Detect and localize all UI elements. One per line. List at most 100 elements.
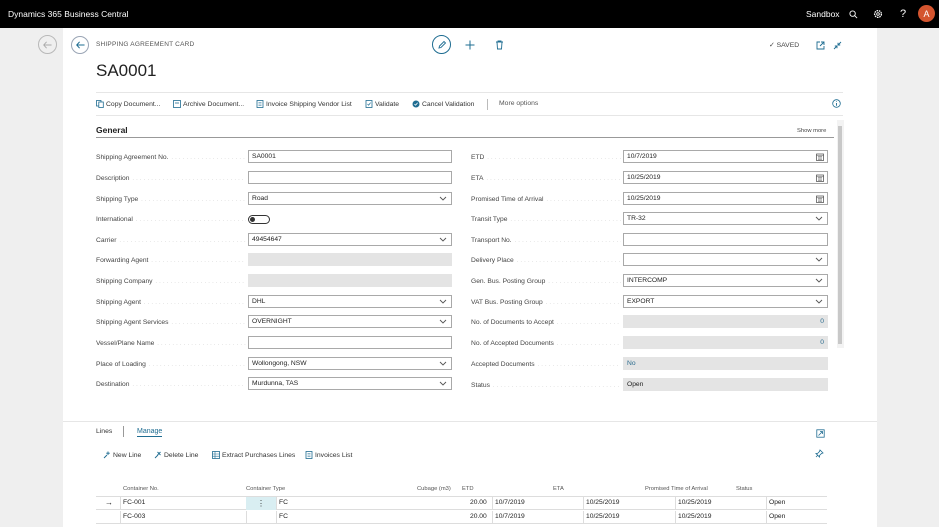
cell-eta[interactable]: 10/25/2019 — [586, 499, 619, 506]
cell-container-type[interactable]: FC — [279, 513, 288, 520]
column-header-promised-time-of-arrival[interactable]: Promised Time of Arrival — [645, 486, 708, 492]
cell-cubage[interactable]: 20.00 — [470, 499, 487, 506]
shipping-agent-select[interactable]: DHL — [248, 295, 452, 308]
current-row-arrow-icon: → — [105, 498, 113, 507]
destination-value: Murdunna, TAS — [252, 380, 299, 387]
delete-line-action[interactable]: Delete Line — [154, 451, 198, 459]
label-destination: Destination — [96, 378, 246, 391]
cell-promised-time[interactable]: 10/25/2019 — [678, 513, 711, 520]
cell-etd[interactable]: 10/7/2019 — [495, 513, 525, 520]
delete-icon[interactable] — [492, 38, 506, 52]
eta-date-field[interactable]: 10/25/2019 — [623, 171, 828, 184]
pin-icon[interactable] — [815, 449, 824, 458]
column-divider — [766, 497, 767, 510]
transport-no-field[interactable] — [623, 233, 828, 246]
cell-eta[interactable]: 10/25/2019 — [586, 513, 619, 520]
chevron-down-icon — [439, 196, 447, 201]
row-actions-menu[interactable]: ⋮ — [246, 497, 276, 510]
tab-manage[interactable]: Manage — [137, 428, 163, 437]
calendar-icon — [816, 153, 824, 161]
cell-cubage[interactable]: 20.00 — [470, 513, 487, 520]
column-header-container-type[interactable]: Container Type — [246, 486, 285, 492]
international-toggle[interactable] — [248, 215, 270, 224]
app-name[interactable]: Dynamics 365 Business Central — [8, 9, 128, 19]
accepted-documents-value[interactable]: No — [623, 357, 828, 370]
search-icon[interactable] — [846, 7, 860, 21]
table-row[interactable]: FC-003 FC 20.00 10/7/2019 10/25/2019 10/… — [96, 511, 827, 524]
description-field[interactable] — [248, 171, 452, 184]
column-header-status[interactable]: Status — [736, 486, 752, 492]
page-title: SA0001 — [96, 61, 157, 80]
transit-type-value: TR-32 — [627, 215, 646, 222]
info-icon[interactable] — [832, 99, 841, 108]
chevron-down-icon — [815, 299, 823, 304]
gear-icon[interactable] — [871, 7, 885, 21]
status-value: Open — [623, 378, 828, 391]
vat-bus-posting-group-select[interactable]: EXPORT — [623, 295, 828, 308]
extract-purchases-lines-action[interactable]: Extract Purchases Lines — [212, 451, 295, 459]
cell-status[interactable]: Open — [769, 499, 785, 506]
invoice-vendor-list-action[interactable]: Invoice Shipping Vendor List — [256, 100, 352, 108]
shipping-agent-services-select[interactable]: OVERNIGHT — [248, 315, 452, 328]
copy-document-action[interactable]: Copy Document... — [96, 100, 160, 108]
carrier-select[interactable]: 49454647 — [248, 233, 452, 246]
cell-container-type[interactable]: FC — [279, 499, 288, 506]
archive-document-action[interactable]: Archive Document... — [173, 100, 244, 108]
saved-status: ✓ SAVED — [769, 41, 799, 49]
column-header-eta[interactable]: ETA — [553, 486, 564, 492]
shipping-agreement-no-field[interactable]: SA0001 — [248, 150, 452, 163]
invoices-list-action[interactable]: Invoices List — [305, 451, 352, 459]
gen-bus-posting-group-value: INTERCOMP — [627, 277, 668, 284]
no-of-accepted-documents-value[interactable]: 0 — [623, 336, 828, 349]
column-divider — [492, 497, 493, 510]
delivery-place-select[interactable] — [623, 253, 828, 266]
cancel-validation-action[interactable]: Cancel Validation — [412, 100, 474, 108]
help-icon[interactable]: ? — [896, 7, 910, 21]
check-icon: ✓ — [769, 42, 775, 49]
destination-select[interactable]: Murdunna, TAS — [248, 377, 452, 390]
validate-icon — [365, 100, 373, 108]
label-promised-time-of-arrival: Promised Time of Arrival — [471, 193, 621, 206]
shipping-agreement-card: SHIPPING AGREEMENT CARD SA0001 ✓ SAVED C… — [63, 28, 877, 527]
tab-lines[interactable]: Lines — [96, 428, 112, 435]
place-of-loading-value: Wollongong, NSW — [252, 360, 307, 367]
scrollbar-thumb[interactable] — [838, 126, 842, 344]
vessel-plane-name-field[interactable] — [248, 336, 452, 349]
transit-type-select[interactable]: TR-32 — [623, 212, 828, 225]
page-caption: SHIPPING AGREEMENT CARD — [96, 41, 195, 48]
no-of-documents-to-accept-value[interactable]: 0 — [623, 315, 828, 328]
cell-container-no[interactable]: FC-003 — [123, 513, 145, 520]
label-shipping-agent: Shipping Agent — [96, 296, 246, 309]
place-of-loading-select[interactable]: Wollongong, NSW — [248, 357, 452, 370]
edit-button[interactable] — [432, 35, 451, 54]
chevron-down-icon — [439, 299, 447, 304]
cell-etd[interactable]: 10/7/2019 — [495, 499, 525, 506]
etd-date-field[interactable]: 10/7/2019 — [623, 150, 828, 163]
table-row[interactable]: → FC-001 ⋮ FC 20.00 10/7/2019 10/25/2019… — [96, 497, 827, 510]
back-button[interactable] — [71, 36, 89, 54]
validate-action[interactable]: Validate — [365, 100, 399, 108]
more-options-action[interactable]: More options — [499, 100, 538, 107]
column-header-etd[interactable]: ETD — [462, 486, 474, 492]
promised-time-of-arrival-field[interactable]: 10/25/2019 — [623, 192, 828, 205]
shipping-type-select[interactable]: Road — [248, 192, 452, 205]
new-line-action[interactable]: New Line — [103, 451, 141, 459]
cell-promised-time[interactable]: 10/25/2019 — [678, 499, 711, 506]
chevron-down-icon — [439, 319, 447, 324]
add-icon[interactable] — [463, 38, 477, 52]
show-more-link[interactable]: Show more — [797, 128, 826, 134]
avatar[interactable]: A — [918, 5, 935, 22]
background-back-icon[interactable] — [38, 35, 57, 54]
cell-container-no[interactable]: FC-001 — [123, 499, 145, 506]
column-divider — [276, 497, 277, 510]
column-header-cubage[interactable]: Cubage (m3) — [417, 486, 451, 492]
general-heading[interactable]: General — [96, 125, 128, 135]
collapse-icon[interactable] — [830, 38, 844, 52]
cell-status[interactable]: Open — [769, 513, 785, 520]
expand-lines-icon[interactable] — [813, 426, 827, 440]
document-list-icon — [256, 100, 264, 108]
column-header-container-no[interactable]: Container No. — [123, 486, 159, 492]
gen-bus-posting-group-select[interactable]: INTERCOMP — [623, 274, 828, 287]
open-new-window-icon[interactable] — [813, 38, 827, 52]
lines-divider — [63, 421, 877, 422]
